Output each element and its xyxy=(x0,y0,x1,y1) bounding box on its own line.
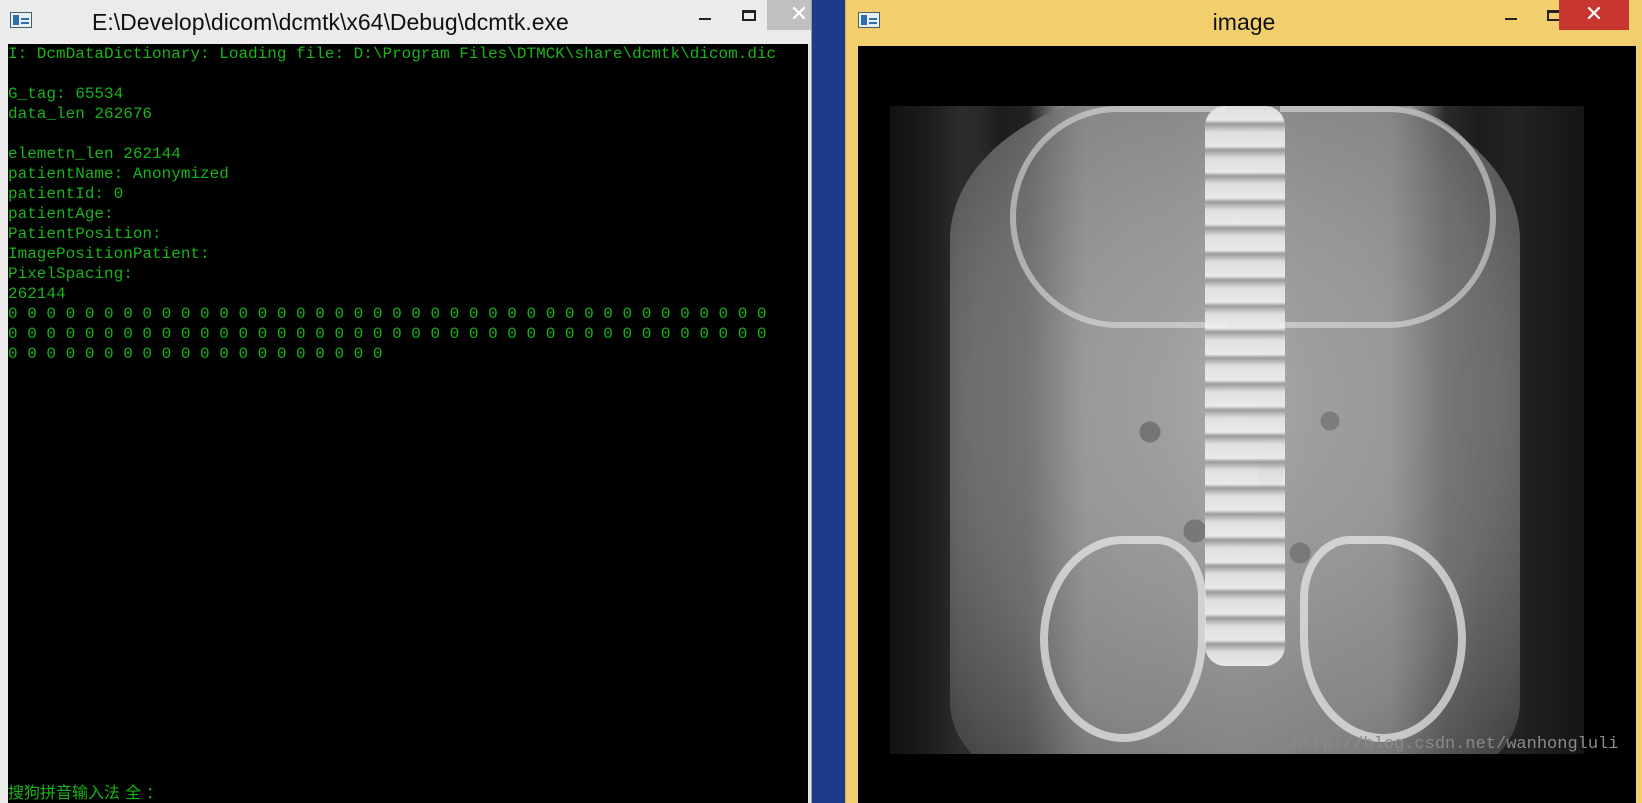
console-line: 0 0 0 0 0 0 0 0 0 0 0 0 0 0 0 0 0 0 0 0 … xyxy=(8,305,767,323)
xray-spine xyxy=(1205,106,1285,666)
console-line: G_tag: 65534 xyxy=(8,85,124,103)
console-minimize-button[interactable] xyxy=(683,0,727,30)
console-line: patientId: 0 xyxy=(8,185,124,203)
console-app-icon[interactable] xyxy=(10,12,32,28)
console-line: 0 0 0 0 0 0 0 0 0 0 0 0 0 0 0 0 0 0 0 0 xyxy=(8,345,383,363)
console-line: 0 0 0 0 0 0 0 0 0 0 0 0 0 0 0 0 0 0 0 0 … xyxy=(8,325,767,343)
close-icon: ✕ xyxy=(1584,2,1604,27)
scroll-up-arrow-icon[interactable]: ▲ xyxy=(810,44,811,66)
console-line: elemetn_len 262144 xyxy=(8,145,181,163)
console-line: ImagePositionPatient: xyxy=(8,245,210,263)
console-scrollbar[interactable]: ▲ ▼ xyxy=(809,44,811,803)
console-output[interactable]: I: DcmDataDictionary: Loading file: D:\P… xyxy=(8,44,808,803)
image-minimize-button[interactable] xyxy=(1489,0,1533,30)
maximize-icon xyxy=(742,9,756,21)
console-titlebar[interactable]: E:\Develop\dicom\dcmtk\x64\Debug\dcmtk.e… xyxy=(0,0,811,44)
close-icon: ✕ xyxy=(789,2,809,27)
watermark: http://blog.csdn.net/wanhongluli xyxy=(1292,735,1619,754)
console-maximize-button[interactable] xyxy=(727,0,771,30)
image-canvas: http://blog.csdn.net/wanhongluli xyxy=(858,46,1636,803)
console-lines: I: DcmDataDictionary: Loading file: D:\P… xyxy=(8,44,808,803)
minimize-icon xyxy=(699,18,711,20)
image-close-button[interactable]: ✕ xyxy=(1559,0,1629,30)
xray-pelvis-right xyxy=(1300,536,1466,742)
xray-ribs-left xyxy=(1010,106,1226,328)
console-line: data_len 262676 xyxy=(8,105,153,123)
console-window: E:\Develop\dicom\dcmtk\x64\Debug\dcmtk.e… xyxy=(0,0,812,803)
console-line: PatientPosition: xyxy=(8,225,162,243)
console-close-button[interactable]: ✕ xyxy=(767,0,811,30)
xray-pelvis-left xyxy=(1040,536,1206,742)
console-line: patientAge: xyxy=(8,205,114,223)
console-title: E:\Develop\dicom\dcmtk\x64\Debug\dcmtk.e… xyxy=(92,9,569,35)
minimize-icon xyxy=(1505,18,1517,20)
scroll-down-arrow-icon[interactable]: ▼ xyxy=(810,781,811,803)
image-window: image ✕ http://blog.csdn.net/wanhongluli xyxy=(845,0,1642,803)
console-line: patientName: Anonymized xyxy=(8,165,229,183)
xray-ribs-right xyxy=(1280,106,1496,328)
console-line: 262144 xyxy=(8,285,66,303)
console-line: PixelSpacing: xyxy=(8,265,133,283)
image-titlebar[interactable]: image ✕ xyxy=(846,0,1642,44)
xray-image xyxy=(890,106,1584,754)
console-line: I: DcmDataDictionary: Loading file: D:\P… xyxy=(8,45,777,63)
ime-status: 搜狗拼音输入法 全 ： xyxy=(8,783,163,802)
